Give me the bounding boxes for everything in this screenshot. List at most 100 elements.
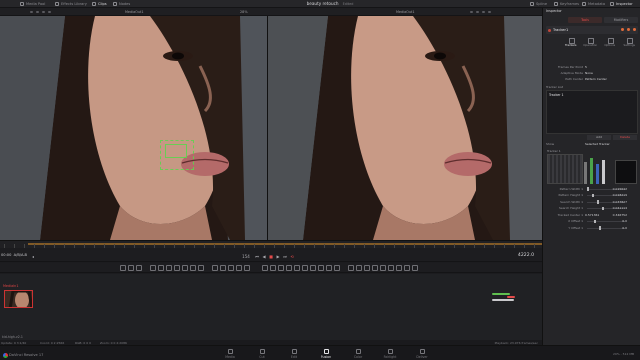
tool-icon[interactable] [302,265,308,271]
nodes-button[interactable]: Nodes [113,1,130,7]
slider-knob[interactable] [597,200,599,204]
param-slider[interactable] [587,221,625,222]
param-value[interactable]: None [585,71,593,75]
mini-node-green[interactable] [492,293,510,295]
page-edit[interactable]: Edit [282,349,306,359]
tool-icon[interactable] [190,265,196,271]
page-media[interactable]: Media [218,349,242,359]
audio-icon[interactable]: ◂ [30,253,36,259]
tool-icon[interactable] [380,265,386,271]
param-value[interactable]: 5 [585,65,587,69]
jump-end-icon[interactable]: ⏭ [282,253,288,259]
delete-tracker-button[interactable]: Delete [613,135,637,140]
tool-icon[interactable] [364,265,370,271]
node-flags[interactable] [621,28,636,31]
keyframes-button[interactable]: Keyframes [554,1,579,7]
tool-icon[interactable] [150,265,156,271]
slider-knob[interactable] [592,193,594,198]
zoom-level[interactable]: 28% [240,10,248,14]
current-frame[interactable]: 4222.0 [518,253,534,258]
viewer-right[interactable] [268,16,542,240]
tracker-list-item[interactable]: Tracker 1 [549,93,564,97]
tool-icon[interactable] [228,265,234,271]
tool-icon[interactable] [166,265,172,271]
timeline-ruler[interactable] [0,240,542,248]
slider-knob[interactable] [594,219,596,224]
viewer-right-controls[interactable] [470,11,491,13]
param-value[interactable]: Pattern Center [585,77,607,81]
tool-icon[interactable] [356,265,362,271]
slider-knob[interactable] [599,226,601,230]
tool-icon[interactable] [236,265,242,271]
tracker-param-value[interactable]: 0.041114 [613,206,627,210]
param-slider[interactable] [587,227,625,229]
page-deliver[interactable]: Deliver [410,349,434,359]
tab-modifiers[interactable]: Modifiers [604,17,638,23]
media-pool-button[interactable]: Media Pool [20,1,45,7]
ab-mode[interactable]: A/B/A-B [14,253,27,257]
tracker-param-value[interactable]: 0.0 [622,219,627,223]
spline-button[interactable]: Spline [530,1,547,7]
page-fairlight[interactable]: Fairlight [378,349,402,359]
mini-node-white[interactable] [492,299,514,301]
node-header[interactable]: Tracker1 [546,26,638,34]
loop-icon[interactable]: ⟲ [289,253,295,259]
page-cut[interactable]: Cut [250,349,274,359]
render-range[interactable] [28,243,542,245]
tracker-param-value[interactable]: 0.0 [622,226,627,230]
tool-icon[interactable] [270,265,276,271]
tool-icon[interactable] [220,265,226,271]
tool-icon[interactable] [286,265,292,271]
clips-button[interactable]: Clips [92,1,107,7]
tool-icon[interactable] [136,265,142,271]
stop-icon[interactable]: ■ [268,253,274,259]
page-color[interactable]: Color [346,349,370,359]
slider-knob[interactable] [587,187,589,191]
tool-icon[interactable] [326,265,332,271]
mini-node-red[interactable] [507,296,515,298]
tool-icon[interactable] [182,265,188,271]
tab-tools[interactable]: Tools [568,17,602,23]
tool-icon[interactable] [388,265,394,271]
tracker-param-value[interactable]: 0.015642 [613,187,627,191]
viewer-left[interactable] [0,16,267,240]
subtab-settings[interactable]: Settings [620,38,640,48]
tool-icon[interactable] [372,265,378,271]
viewer-left-controls[interactable] [30,11,51,13]
tool-icon[interactable] [278,265,284,271]
tool-icon[interactable] [334,265,340,271]
effects-library-button[interactable]: Effects Library [55,1,87,7]
subtab-operation[interactable]: Operation [581,38,601,48]
jump-start-icon[interactable]: ⏮ [254,253,260,259]
tool-icon[interactable] [310,265,316,271]
tool-icon[interactable] [120,265,126,271]
tracker-param-value[interactable]: 0.346752 [613,213,627,217]
tool-icon[interactable] [396,265,402,271]
tool-icon[interactable] [294,265,300,271]
frame-step-count[interactable]: 154 [241,253,251,259]
tool-icon[interactable] [318,265,324,271]
tool-icon[interactable] [262,265,268,271]
node-editor[interactable]: MediaIn1 kid-high-v2.1 [0,274,542,350]
tracker-param-value[interactable]: 0.037827 [613,200,627,204]
tool-icon[interactable] [212,265,218,271]
page-fusion[interactable]: Fusion [314,349,338,359]
play-icon[interactable]: ▶ [275,253,281,259]
add-tracker-button[interactable]: Add [587,135,611,140]
tracker-param-x[interactable]: 0.571361 [585,213,599,217]
subtab-trackers[interactable]: Trackers [561,38,581,48]
slider-knob[interactable] [602,206,604,211]
tracker-list[interactable]: Tracker 1 [546,90,638,134]
metadata-button[interactable]: Metadata [582,1,605,7]
tool-icon[interactable] [174,265,180,271]
media-in-node[interactable] [4,290,33,308]
tool-icon[interactable] [158,265,164,271]
inspector-button[interactable]: Inspector [610,1,633,7]
tool-icon[interactable] [348,265,354,271]
tool-icon[interactable] [128,265,134,271]
play-reverse-icon[interactable]: ◀ [261,253,267,259]
tracker-param-value[interactable]: 0.018219 [613,193,627,197]
tool-icon[interactable] [198,265,204,271]
tool-icon[interactable] [412,265,418,271]
subtab-options[interactable]: Options [600,38,620,48]
